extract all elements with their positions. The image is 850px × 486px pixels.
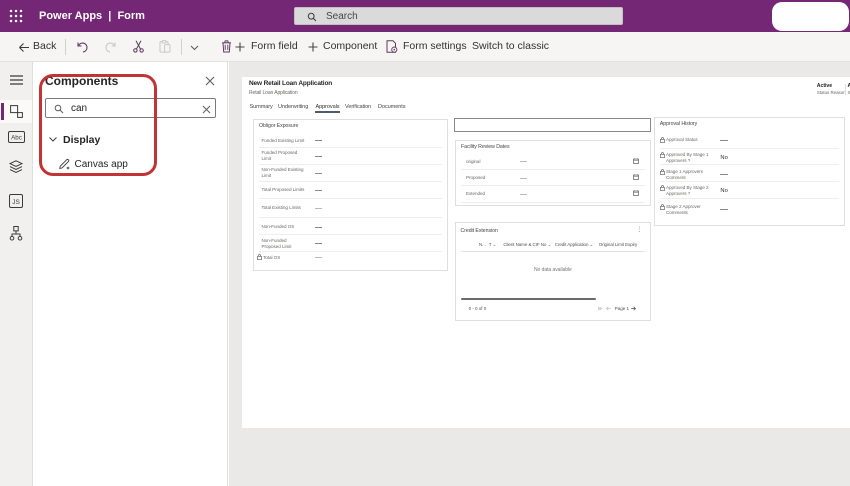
svg-text:Abc: Abc [11, 135, 22, 142]
svg-text:JS: JS [12, 199, 20, 206]
